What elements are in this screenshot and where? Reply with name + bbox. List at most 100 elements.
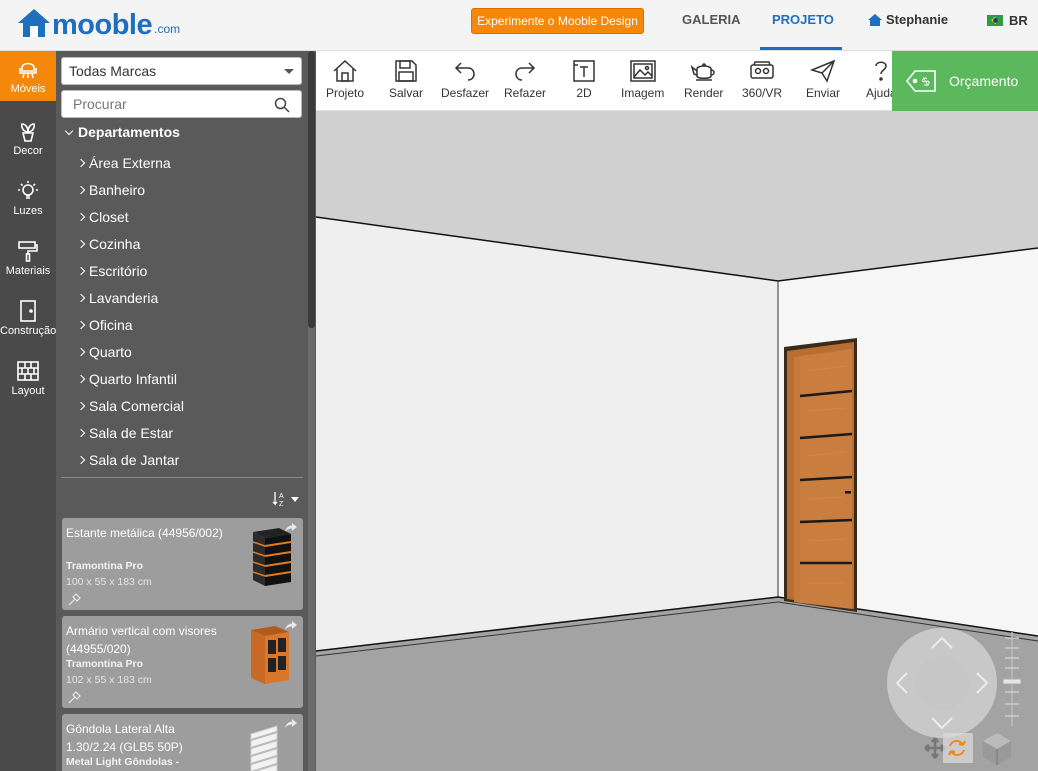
mooble-logo[interactable]: mooble .com <box>16 6 180 40</box>
product-card[interactable]: Estante metálica (44956/002) Tramontina … <box>62 518 303 610</box>
sort-az-icon[interactable]: A Z <box>272 491 299 507</box>
tool-icon[interactable] <box>67 593 83 607</box>
category-rail: Móveis Decor Luzes Materiais Construção … <box>0 51 56 771</box>
scrollbar-thumb[interactable] <box>308 51 315 328</box>
help-icon <box>875 61 887 81</box>
tool-icon[interactable] <box>67 691 83 705</box>
department-item[interactable]: Lavanderia <box>76 284 184 311</box>
rail-label: Luzes <box>13 205 43 217</box>
chair-icon <box>19 62 37 79</box>
department-item[interactable]: Closet <box>76 203 184 230</box>
user-menu[interactable]: Stephanie <box>867 12 948 27</box>
nav-galeria[interactable]: GALERIA <box>682 12 741 27</box>
tool-render[interactable]: Render <box>684 59 723 100</box>
department-item[interactable]: Sala Comercial <box>76 392 184 419</box>
product-thumbnail <box>250 725 278 771</box>
department-item[interactable]: Banheiro <box>76 176 184 203</box>
product-name: Armário vertical com visores (44955/020) <box>66 624 217 656</box>
product-card[interactable]: Gôndola Lateral Alta 1.30/2.24 (GLB5 50P… <box>62 714 303 771</box>
chevron-right-icon <box>76 320 86 329</box>
chevron-right-icon <box>76 347 86 356</box>
price-tag-icon: $ <box>905 70 936 92</box>
tool-refazer[interactable]: Refazer <box>504 59 546 100</box>
brand-select-value: Todas Marcas <box>69 63 157 79</box>
department-label: Sala Comercial <box>89 397 184 414</box>
rail-item-luzes[interactable]: Luzes <box>0 171 56 229</box>
department-item[interactable]: Oficina <box>76 311 184 338</box>
nav-active-underline <box>760 47 842 50</box>
tool-desfazer[interactable]: Desfazer <box>441 59 489 100</box>
department-item[interactable]: Quarto Infantil <box>76 365 184 392</box>
teapot-icon <box>690 63 715 81</box>
departments-list: Área Externa Banheiro Closet Cozinha Esc… <box>76 149 184 473</box>
product-card[interactable]: Armário vertical com visores (44955/020)… <box>62 616 303 708</box>
tool-salvar[interactable]: Salvar <box>389 59 423 100</box>
image-icon <box>629 60 656 82</box>
svg-text:Z: Z <box>279 501 284 507</box>
product-dims: 102 x 55 x 183 cm <box>66 674 152 686</box>
search-box <box>61 90 302 118</box>
language-label: BR <box>1009 13 1028 28</box>
department-item[interactable]: Quarto <box>76 338 184 365</box>
caret-down-icon <box>284 69 294 74</box>
search-input[interactable] <box>62 91 262 117</box>
camera-navigation-control[interactable] <box>887 628 1038 771</box>
rail-label: Materiais <box>5 265 51 277</box>
tool-enviar[interactable]: Enviar <box>806 59 840 100</box>
try-mooble-design-button[interactable]: Experimente o Mooble Design <box>471 8 644 34</box>
user-home-icon <box>868 13 882 26</box>
door-icon <box>20 300 36 322</box>
tool-ajuda[interactable]: Ajuda <box>866 59 892 100</box>
department-item[interactable]: Sala de Jantar <box>76 446 184 473</box>
top-header: mooble .com Experimente o Mooble Design … <box>0 0 1038 51</box>
tool-360vr[interactable]: 360/VR <box>742 59 782 100</box>
chevron-right-icon <box>76 185 86 194</box>
tool-2d[interactable]: 2D <box>572 59 596 100</box>
product-thumbnail <box>252 528 292 586</box>
floorplan-2d-icon <box>573 60 595 82</box>
zoom-slider-thumb <box>1002 678 1022 685</box>
chevron-right-icon <box>76 293 86 302</box>
tool-label: Desfazer <box>441 86 490 100</box>
department-item[interactable]: Área Externa <box>76 149 184 176</box>
tool-imagem[interactable]: Imagem <box>621 59 664 100</box>
tool-label: Imagem <box>621 86 665 100</box>
brand-select[interactable]: Todas Marcas <box>61 57 302 85</box>
department-label: Sala de Jantar <box>89 451 180 468</box>
logo-suffix: .com <box>154 22 181 36</box>
chevron-right-icon <box>76 428 86 437</box>
vr-headset-icon <box>750 61 774 79</box>
department-label: Quarto <box>89 343 132 360</box>
chevron-right-icon <box>76 212 86 221</box>
rail-item-decor[interactable]: Decor <box>0 111 56 169</box>
department-label: Banheiro <box>89 181 146 198</box>
departments-toggle[interactable]: Departamentos <box>64 124 180 140</box>
quote-label: Orçamento <box>949 73 1019 89</box>
rail-item-materiais[interactable]: Materiais <box>0 231 56 289</box>
search-icon[interactable] <box>274 97 290 113</box>
send-icon <box>810 59 836 83</box>
tool-label: Ajuda <box>866 86 892 100</box>
user-name: Stephanie <box>886 12 949 27</box>
tool-label: Render <box>684 86 724 100</box>
rail-label: Decor <box>13 145 43 157</box>
rail-item-layout[interactable]: Layout <box>0 351 56 409</box>
brick-wall-icon <box>17 361 39 381</box>
department-item[interactable]: Sala de Estar <box>76 419 184 446</box>
chevron-right-icon <box>76 239 86 248</box>
rail-item-moveis[interactable]: Móveis <box>0 51 56 101</box>
quote-button[interactable]: $ Orçamento <box>892 51 1038 111</box>
cube-view-icon <box>983 733 1011 765</box>
panel-divider <box>61 477 303 478</box>
catalog-panel: Todas Marcas Departamentos Área Externa … <box>56 51 316 771</box>
department-item[interactable]: Escritório <box>76 257 184 284</box>
department-item[interactable]: Cozinha <box>76 230 184 257</box>
rail-label: Layout <box>11 385 45 397</box>
rail-label: Móveis <box>10 83 46 95</box>
rail-item-construcao[interactable]: Construção <box>0 291 56 349</box>
chevron-right-icon <box>76 401 86 410</box>
nav-projeto[interactable]: PROJETO <box>772 12 834 27</box>
product-dims: 100 x 55 x 183 cm <box>66 576 152 588</box>
language-selector[interactable]: BR <box>987 13 1028 28</box>
tool-projeto[interactable]: Projeto <box>326 59 364 100</box>
